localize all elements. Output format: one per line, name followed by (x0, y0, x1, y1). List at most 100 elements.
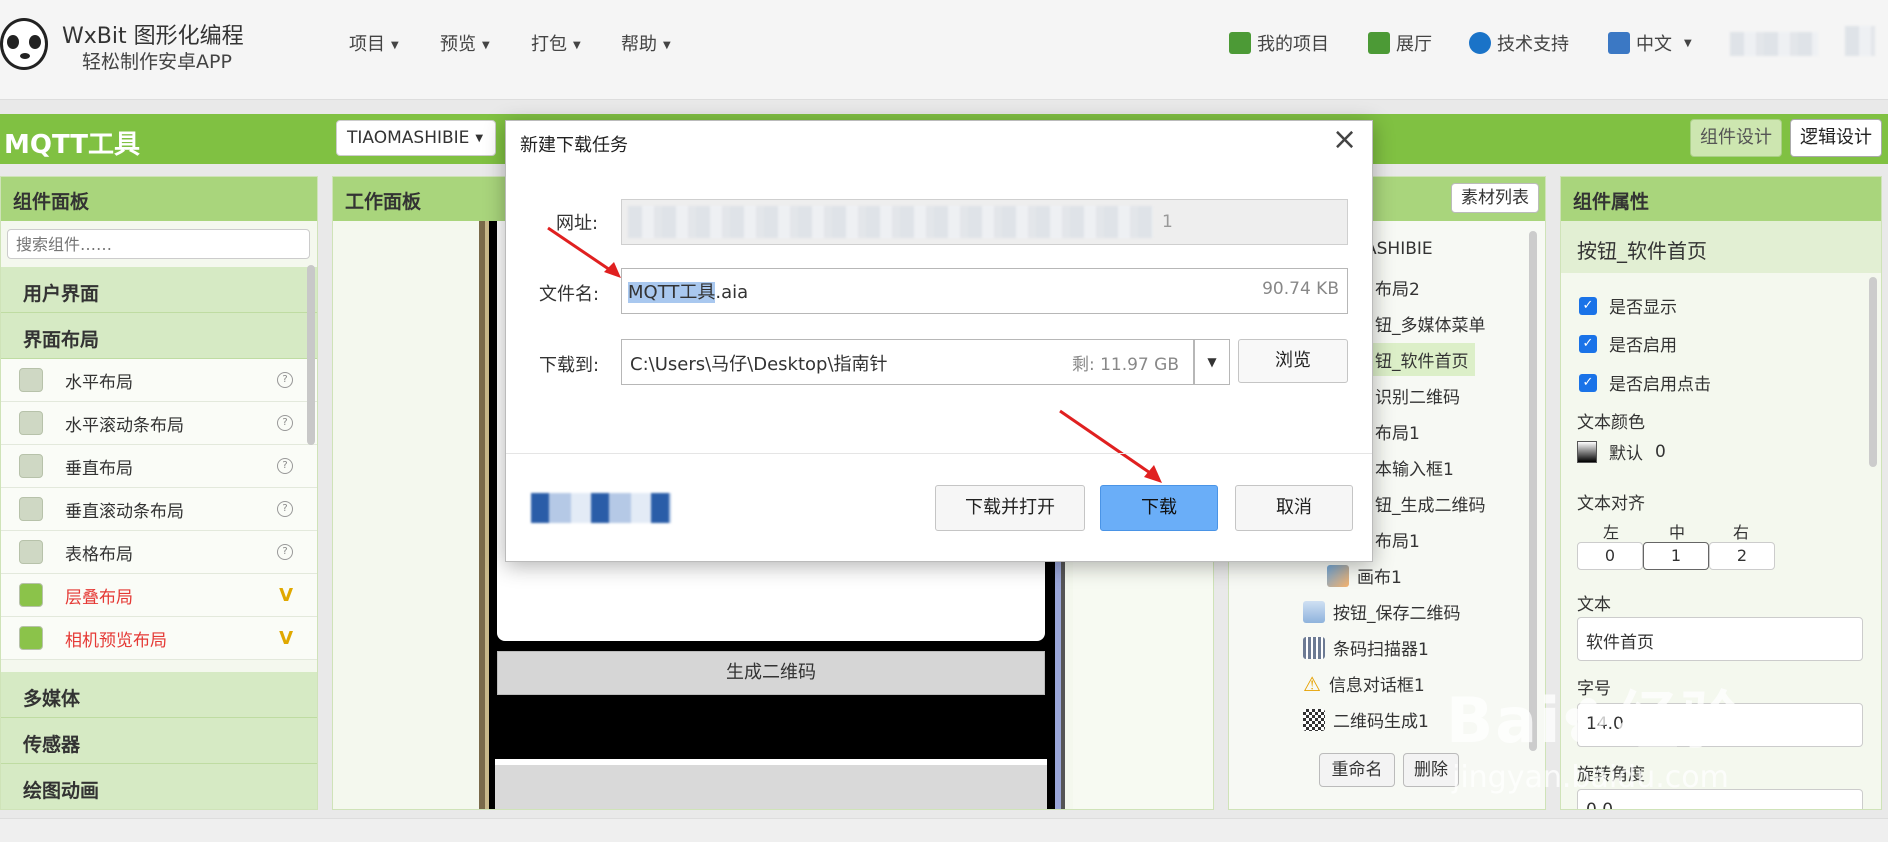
user-menu-icon[interactable] (1845, 26, 1875, 56)
tree-item[interactable]: 钮_多媒体菜单 (1375, 311, 1486, 336)
cancel-button[interactable]: 取消 (1235, 485, 1353, 531)
horizontal-layout-icon (19, 368, 43, 392)
menu-project[interactable]: 项目 ▼ (349, 30, 399, 56)
help-icon[interactable]: ? (277, 544, 293, 560)
palette-scrollbar[interactable] (307, 265, 315, 445)
align-center-label: 中 (1669, 523, 1686, 542)
rename-button[interactable]: 重命名 (1319, 753, 1395, 787)
help-icon[interactable]: ? (277, 458, 293, 474)
qr-code-icon (1303, 708, 1325, 731)
tree-item-selected[interactable]: 钮_软件首页 (1369, 343, 1475, 376)
clickable-checkbox[interactable]: ✓ 是否启用点击 (1579, 370, 1711, 395)
language-select[interactable]: 中文 ▼ (1608, 30, 1692, 56)
browse-button[interactable]: 浏览 (1238, 339, 1348, 383)
vertical-scroll-layout-icon (19, 497, 43, 521)
category-drawing-animation[interactable]: 绘图动画 (1, 764, 317, 809)
palette-item-camera-preview-layout[interactable]: 相机预览布局 V (1, 617, 317, 660)
saveto-dropdown[interactable]: ▼ (1194, 339, 1230, 385)
palette-item-horizontal-layout[interactable]: 水平布局? (1, 359, 317, 402)
category-layout[interactable]: 界面布局 (1, 313, 317, 359)
caret-down-icon: ▼ (663, 39, 671, 51)
menu-package[interactable]: 打包 ▼ (531, 30, 581, 56)
canvas-preview (495, 759, 1047, 809)
saveto-path-field[interactable]: C:\Users\马仔\Desktop\指南针 剩: 11.97 GB (621, 339, 1194, 385)
menu-help[interactable]: 帮助 ▼ (621, 30, 671, 56)
category-user-interface[interactable]: 用户界面 (1, 267, 317, 313)
dialog-footer-divider (506, 453, 1372, 454)
download-button[interactable]: 下载 (1100, 485, 1218, 531)
tree-item-save-qr-button[interactable]: 按钮_保存二维码 (1303, 599, 1461, 624)
vip-badge: V (279, 584, 293, 606)
align-left-button[interactable]: 0 (1577, 542, 1643, 570)
filename-input[interactable]: MQTT工具.aia 90.74 KB (621, 268, 1348, 314)
panda-logo-icon (0, 18, 48, 70)
tree-item[interactable]: 布局1 (1375, 527, 1420, 552)
palette-item-stack-layout[interactable]: 层叠布局 V (1, 574, 317, 617)
file-size: 90.74 KB (1262, 279, 1339, 299)
visible-checkbox[interactable]: ✓ 是否显示 (1579, 293, 1677, 318)
close-icon[interactable]: × (1332, 125, 1357, 155)
color-swatch (1577, 440, 1597, 463)
caret-down-icon: ▼ (1207, 355, 1217, 369)
material-list-button[interactable]: 素材列表 (1451, 183, 1539, 213)
support-link[interactable]: 技术支持 (1469, 30, 1569, 56)
tree-item-qr-generator[interactable]: 二维码生成1 (1303, 707, 1429, 732)
enabled-checkbox[interactable]: ✓ 是否启用 (1579, 331, 1677, 356)
tree-item[interactable]: 钮_生成二维码 (1375, 491, 1486, 516)
palette-item-table-layout[interactable]: 表格布局? (1, 531, 317, 574)
caret-down-icon: ▼ (573, 39, 581, 51)
tree-item[interactable]: 布局1 (1375, 419, 1420, 444)
category-media[interactable]: 多媒体 (1, 672, 317, 718)
project-name: MQTT工具 (4, 130, 141, 160)
download-and-open-button[interactable]: 下载并打开 (935, 485, 1085, 531)
tree-item-barcode-scanner[interactable]: 条码扫描器1 (1303, 635, 1429, 660)
paw-icon: ✿ (1562, 684, 1617, 757)
my-projects-link[interactable]: 我的项目 (1229, 30, 1329, 56)
help-icon[interactable]: ? (277, 372, 293, 388)
properties-title: 组件属性 (1561, 177, 1881, 221)
tree-item[interactable]: 本输入框1 (1375, 455, 1454, 480)
free-space: 剩: 11.97 GB (1071, 355, 1179, 375)
red-arrow-to-download (1058, 409, 1168, 487)
align-right-label: 右 (1733, 523, 1750, 542)
properties-scrollbar[interactable] (1869, 277, 1877, 467)
language-icon (1608, 32, 1630, 54)
palette-item-vertical-layout[interactable]: 垂直布局? (1, 445, 317, 488)
help-icon[interactable]: ? (277, 501, 293, 517)
baidu-watermark: Bai✿经验 (1446, 684, 1745, 757)
generate-qr-button-preview[interactable]: 生成二维码 (497, 651, 1045, 695)
gallery-link[interactable]: 展厅 (1368, 30, 1432, 56)
tree-item[interactable]: 识别二维码 (1375, 383, 1460, 408)
top-header: WxBit 图形化编程 轻松制作安卓APP 项目 ▼ 预览 ▼ 打包 ▼ 帮助 ▼ 我的… (0, 0, 1888, 100)
caret-down-icon: ▼ (482, 39, 490, 51)
vip-badge: V (279, 627, 293, 649)
bottom-toolbar (0, 818, 1888, 842)
menu-preview[interactable]: 预览 ▼ (440, 30, 490, 56)
palette-item-vertical-scroll-layout[interactable]: 垂直滚动条布局? (1, 488, 317, 531)
help-icon[interactable]: ? (277, 415, 293, 431)
tree-item-notifier[interactable]: ⚠ 信息对话框1 (1303, 671, 1425, 697)
brand-title: WxBit 图形化编程 (62, 24, 244, 49)
caret-down-icon: ▼ (1684, 37, 1692, 49)
logic-design-button[interactable]: 逻辑设计 (1790, 119, 1882, 157)
tree-item-canvas[interactable]: 画布1 (1327, 563, 1402, 588)
text-align-label: 文本对齐 (1577, 494, 1645, 514)
vertical-layout-icon (19, 454, 43, 478)
canvas-icon (1327, 564, 1349, 587)
text-color-picker[interactable]: 默认 0 (1577, 439, 1666, 464)
tree-item[interactable]: 布局2 (1375, 275, 1420, 300)
check-icon: ✓ (1579, 334, 1597, 353)
align-center-button[interactable]: 1 (1643, 542, 1709, 570)
user-avatar[interactable] (1730, 32, 1818, 56)
tree-item[interactable]: ASHIBIE (1365, 239, 1433, 259)
palette-item-horizontal-scroll-layout[interactable]: 水平滚动条布局? (1, 402, 317, 445)
screen-select[interactable]: TIAOMASHIBIE ▼ (336, 120, 496, 156)
align-right-button[interactable]: 2 (1709, 542, 1775, 570)
category-sensors[interactable]: 传感器 (1, 718, 317, 764)
list-icon (1229, 32, 1251, 54)
align-left-label: 左 (1603, 523, 1620, 542)
component-search-input[interactable] (7, 229, 310, 259)
component-design-button[interactable]: 组件设计 (1690, 119, 1782, 157)
text-input[interactable]: 软件首页 (1577, 617, 1863, 661)
download-dialog: 新建下载任务 × 网址: 1 文件名: MQTT工具.aia 90.74 KB … (505, 120, 1373, 562)
